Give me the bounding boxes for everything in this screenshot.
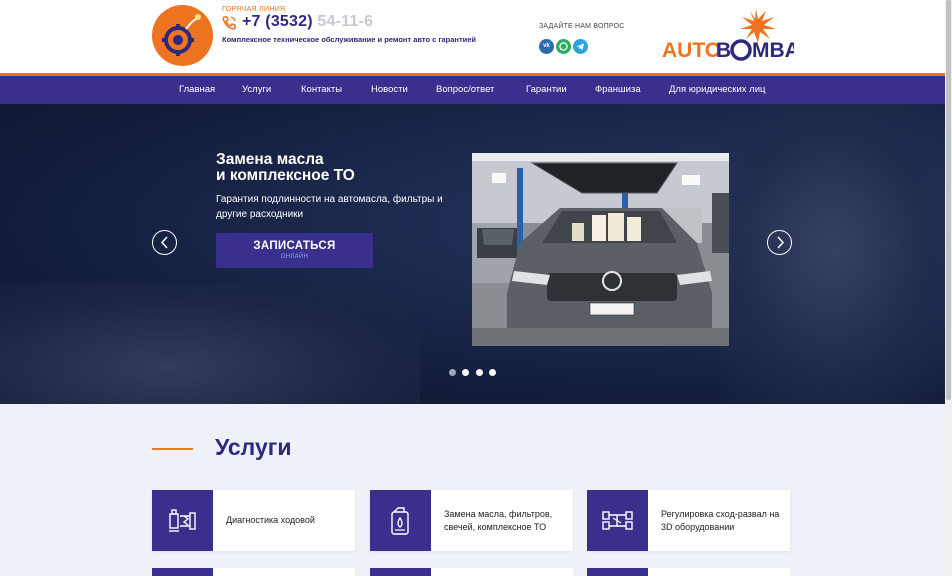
service-label: Регулировка сход-развал на 3D оборудован… <box>661 508 780 532</box>
scrollbar-thumb[interactable] <box>946 0 951 400</box>
hero-subtitle: Гарантия подлинности на автомасла, фильт… <box>216 194 443 220</box>
page-scrollbar[interactable] <box>945 0 952 576</box>
slider-prev-button[interactable] <box>152 230 177 255</box>
services-section: Услуги Диагностика ходовой Замена масла,… <box>0 404 945 576</box>
nav-item-faq[interactable]: Вопрос/ответ <box>436 84 494 95</box>
wheel-alignment-icon <box>602 511 633 530</box>
book-online-button[interactable]: ЗАПИСАТЬСЯ ОНЛАЙН <box>216 233 373 268</box>
site-header: ГОРЯЧАЯ ЛИНИЯ +7 (3532) 54-11-6 Комплекс… <box>0 0 945 73</box>
service-card-partial[interactable] <box>370 568 573 576</box>
whatsapp-button[interactable] <box>556 39 571 54</box>
hero-car-photo <box>472 153 729 346</box>
nav-item-home[interactable]: Главная <box>179 84 215 95</box>
phone-rest: 54-11-6 <box>317 13 374 30</box>
hero-bg-mechanic <box>720 104 945 404</box>
service-icon-box <box>587 568 648 576</box>
bomb-gear-icon <box>162 14 201 56</box>
nav-item-news[interactable]: Новости <box>371 84 408 95</box>
brand-o-gear <box>730 39 752 61</box>
services-title: Услуги <box>215 434 292 460</box>
phone-icon <box>222 16 236 30</box>
phone-number[interactable]: +7 (3532) 54-11-6 <box>242 13 373 31</box>
slider-next-button[interactable] <box>767 230 792 255</box>
ask-question-label: ЗАДАЙТЕ НАМ ВОПРОС <box>539 23 625 30</box>
service-card-oil-change[interactable]: Замена масла, фильтров, свечей, комплекс… <box>370 490 573 551</box>
service-card-partial[interactable] <box>587 568 790 576</box>
brand-starburst <box>740 9 776 43</box>
slider-dot-2[interactable] <box>462 369 469 376</box>
autobomba-logo[interactable]: AUTO B MBA <box>662 7 794 65</box>
brand-part2: B <box>716 39 731 62</box>
service-card-partial[interactable] <box>152 568 355 576</box>
cta-sub-label: ОНЛАЙН <box>280 254 309 260</box>
site-logo[interactable] <box>152 5 213 66</box>
cta-main-label: ЗАПИСАТЬСЯ <box>253 240 336 252</box>
whatsapp-icon <box>559 42 568 51</box>
car-service-image <box>472 153 729 346</box>
suspension-icon <box>169 509 196 532</box>
nav-item-legal-entities[interactable]: Для юридических лиц <box>669 84 765 95</box>
hero-slider: Замена масла и комплексное ТО Гарантия п… <box>0 104 945 404</box>
service-label: Замена масла, фильтров, свечей, комплекс… <box>444 508 553 532</box>
hero-title: Замена масла и комплексное ТО <box>216 152 355 184</box>
header-tagline: Комплексное техническое обслуживание и р… <box>222 35 477 44</box>
service-card-diagnostics[interactable]: Диагностика ходовой <box>152 490 355 551</box>
brand-part1: AUTO <box>662 39 721 62</box>
slider-dot-4[interactable] <box>489 369 496 376</box>
slider-dot-3[interactable] <box>476 369 483 376</box>
nav-item-services[interactable]: Услуги <box>242 84 271 95</box>
service-card-alignment[interactable]: Регулировка сход-развал на 3D оборудован… <box>587 490 790 551</box>
chevron-right-icon <box>777 236 785 249</box>
phone-main: +7 (3532) <box>242 13 313 30</box>
brand-part3: MBA <box>752 39 794 62</box>
service-icon-box <box>370 490 431 551</box>
nav-item-contacts[interactable]: Контакты <box>301 84 342 95</box>
vk-button[interactable]: vk <box>539 39 554 54</box>
service-icon-box <box>152 490 213 551</box>
hero-title-line2: и комплексное ТО <box>216 167 355 184</box>
slider-dot-1[interactable] <box>449 369 456 376</box>
telegram-icon <box>576 43 584 50</box>
oil-canister-icon <box>391 507 409 535</box>
nav-item-guarantees[interactable]: Гарантии <box>526 84 567 95</box>
hero-title-line1: Замена масла <box>216 151 324 168</box>
service-icon-box <box>587 490 648 551</box>
main-nav: Главная Услуги Контакты Новости Вопрос/о… <box>0 76 945 104</box>
telegram-button[interactable] <box>573 39 588 54</box>
hero-bg-engine <box>0 284 420 404</box>
service-label: Диагностика ходовой <box>226 515 315 525</box>
section-title-accent <box>152 448 193 450</box>
hotline-label: ГОРЯЧАЯ ЛИНИЯ <box>222 6 286 13</box>
service-icon-box <box>370 568 431 576</box>
nav-item-franchise[interactable]: Франшиза <box>595 84 641 95</box>
chevron-left-icon <box>160 236 168 249</box>
vk-icon: vk <box>543 43 550 49</box>
service-icon-box <box>152 568 213 576</box>
